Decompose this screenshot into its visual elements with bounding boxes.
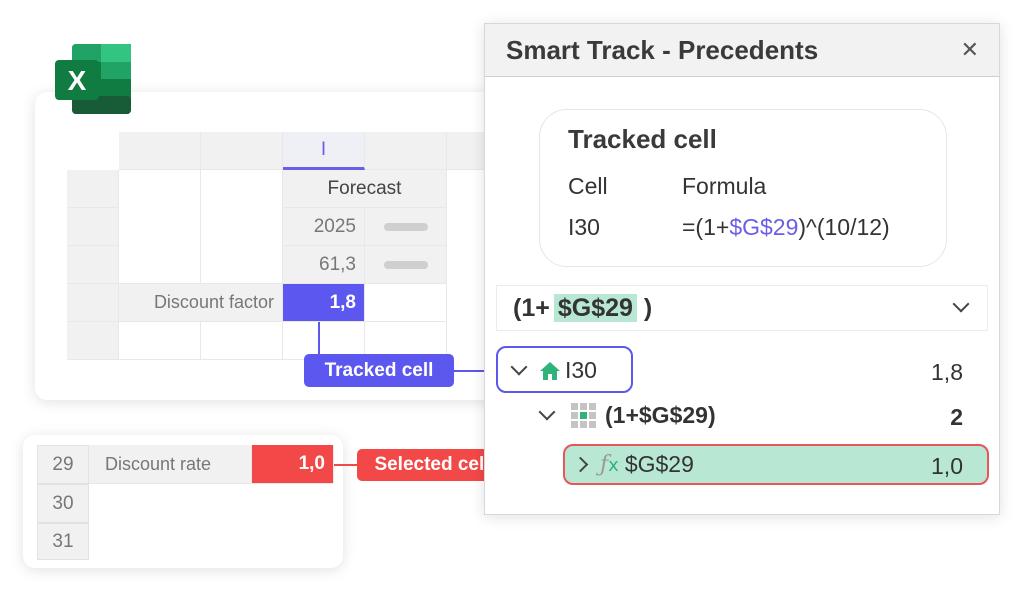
- formula-suffix: )^(10/12): [798, 214, 890, 240]
- formula-bar-highlighted-ref[interactable]: $G$29: [553, 293, 637, 322]
- column-header[interactable]: [365, 132, 447, 170]
- tracked-cell-callout: Tracked cell: [304, 354, 454, 387]
- formula-selector-text: (1+ $G$29 ): [513, 293, 653, 323]
- chevron-down-icon[interactable]: [952, 295, 970, 313]
- tree-item-label: $G$29: [624, 451, 694, 477]
- column-header-i[interactable]: I: [283, 132, 365, 170]
- panel-title: Smart Track - Precedents: [506, 34, 819, 65]
- tree-item-label: (1+$G$29): [605, 402, 716, 428]
- tree-item-formula[interactable]: (1+$G$29): [538, 402, 716, 429]
- row-header[interactable]: [67, 246, 119, 284]
- formula-prefix: =(1+: [682, 214, 730, 240]
- grid-icon: [571, 402, 596, 428]
- discount-factor-label[interactable]: Discount factor: [119, 284, 283, 322]
- selected-cell[interactable]: 1,0: [252, 445, 334, 484]
- cell-label: Cell: [568, 173, 608, 199]
- excel-icon: X: [55, 44, 131, 114]
- row-header[interactable]: [67, 208, 119, 246]
- tree-item-value: 1,8: [931, 359, 963, 385]
- cell[interactable]: [201, 322, 283, 360]
- column-header[interactable]: [201, 132, 283, 170]
- cell[interactable]: [201, 170, 283, 284]
- tree-item-label: I30: [565, 357, 597, 383]
- placeholder-bar: [383, 222, 428, 231]
- tracked-cell[interactable]: 1,8: [283, 284, 365, 322]
- forecast-header-cell[interactable]: Forecast: [283, 170, 447, 208]
- tree-item-value: 2: [950, 404, 963, 430]
- placeholder-cell[interactable]: [365, 246, 447, 284]
- placeholder-bar: [383, 260, 428, 269]
- placeholder-cell[interactable]: [365, 208, 447, 246]
- formula-text: =(1+$G$29)^(10/12): [682, 214, 890, 241]
- row-header-31[interactable]: 31: [37, 523, 89, 560]
- cell-address: I30: [568, 214, 600, 240]
- column-header[interactable]: [447, 132, 487, 170]
- formula-bar-prefix: (1+: [513, 293, 550, 322]
- smart-track-panel: Smart Track - Precedents ✕ Tracked cell …: [484, 23, 1000, 515]
- tracked-connector-line: [318, 322, 320, 356]
- home-icon: [540, 361, 560, 380]
- year-cell[interactable]: 2025: [283, 208, 365, 246]
- tree-item-g29[interactable]: ƒx $G$29: [572, 451, 694, 478]
- selected-connector-line: [334, 464, 358, 466]
- discount-rate-label[interactable]: Discount rate: [89, 445, 252, 484]
- row-header[interactable]: [67, 170, 119, 208]
- chevron-right-icon[interactable]: [572, 456, 589, 473]
- svg-text:X: X: [68, 65, 87, 96]
- tracked-cell-title: Tracked cell: [568, 124, 717, 154]
- formula-reference-link[interactable]: $G$29: [729, 214, 798, 240]
- row-header[interactable]: [67, 284, 119, 322]
- panel-header: Smart Track - Precedents ✕: [485, 24, 999, 77]
- row-header[interactable]: [67, 322, 119, 360]
- cell[interactable]: [119, 322, 201, 360]
- cell[interactable]: [119, 170, 201, 284]
- cell[interactable]: [365, 284, 447, 322]
- chevron-down-icon[interactable]: [510, 358, 528, 375]
- row-header-30[interactable]: 30: [37, 484, 89, 523]
- fx-icon: ƒx: [600, 452, 619, 477]
- formula-bar-suffix: ): [643, 293, 653, 322]
- tree-item-value: 1,0: [931, 453, 963, 479]
- formula-selector-dropdown[interactable]: (1+ $G$29 ): [496, 285, 988, 331]
- row-header-29[interactable]: 29: [37, 445, 89, 484]
- tracked-cell-card: Tracked cell Cell Formula I30 =(1+$G$29)…: [539, 109, 947, 267]
- formula-label: Formula: [682, 173, 767, 199]
- close-icon[interactable]: ✕: [961, 37, 979, 63]
- tree-item-i30[interactable]: I30: [510, 357, 597, 384]
- chevron-down-icon[interactable]: [538, 403, 556, 420]
- column-header[interactable]: [119, 132, 201, 170]
- value-cell[interactable]: 61,3: [283, 246, 365, 284]
